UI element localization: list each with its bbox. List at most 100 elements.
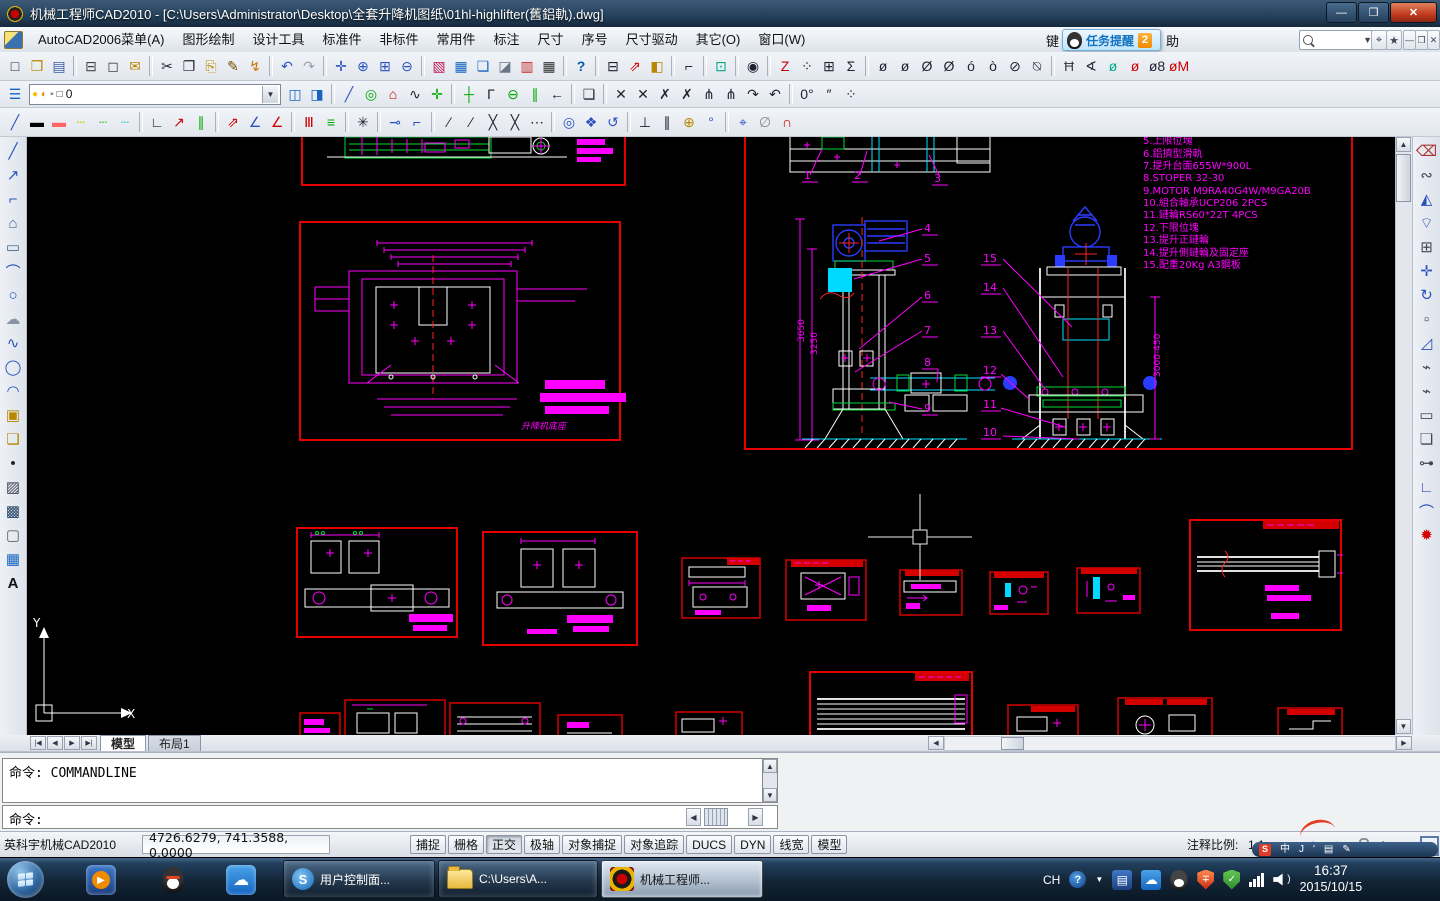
arc-icon[interactable]: ⌒ xyxy=(1,259,25,283)
array-icon[interactable]: ⊞ xyxy=(1415,235,1439,259)
calculator-icon[interactable]: ▦ xyxy=(538,55,560,77)
tab-layout1[interactable]: 布局1 xyxy=(148,735,201,751)
region-tool-icon[interactable]: ❏ xyxy=(1415,427,1439,451)
close-button[interactable]: ✕ xyxy=(1390,2,1437,23)
ellipse-icon[interactable]: ◯ xyxy=(1,355,25,379)
new-file-icon[interactable]: □ xyxy=(4,55,26,77)
qq-task-reminder-popup[interactable]: 任务提醒 2 xyxy=(1062,29,1161,51)
zoom-previous-icon[interactable]: ⊖ xyxy=(396,55,418,77)
menu-window[interactable]: 窗口(W) xyxy=(749,27,814,52)
restore-button[interactable]: ❐ xyxy=(1358,2,1389,23)
toggle-dyn[interactable]: DYN xyxy=(734,835,771,854)
join-icon[interactable]: ⊶ xyxy=(1415,451,1439,475)
corner-icon[interactable]: ∟ xyxy=(146,111,168,133)
dia-dim-icon-6[interactable]: ò xyxy=(982,55,1004,77)
sheetset-icon[interactable]: ❏ xyxy=(472,55,494,77)
rectangle-icon[interactable]: ▭ xyxy=(1,235,25,259)
dia-dim-icon-8[interactable]: ⍉ xyxy=(1026,55,1048,77)
undo-icon[interactable]: ↶ xyxy=(276,55,298,77)
menu-fragment-left[interactable]: 键 xyxy=(1046,31,1059,50)
comm-center-icon[interactable]: ⌖ xyxy=(1371,30,1387,50)
circle-blue-icon[interactable]: ◎ xyxy=(558,111,580,133)
erase-icon[interactable]: ⌫ xyxy=(1415,139,1439,163)
dia-dim-icon-2[interactable]: ø xyxy=(894,55,916,77)
trim-icon-2[interactable]: ✕ xyxy=(632,83,654,105)
menu-drawing[interactable]: 图形绘制 xyxy=(173,27,243,52)
layer-combo[interactable]: ● ◐ ▪ □ 0 ▼ xyxy=(29,84,281,105)
cross-icon-1[interactable]: ╳ xyxy=(482,111,504,133)
make-block-icon[interactable]: ❏ xyxy=(1,427,25,451)
dim-dia-arrow-icon[interactable]: ø xyxy=(1124,55,1146,77)
language-indicator[interactable]: CH xyxy=(1043,873,1060,887)
hatch-icon[interactable]: ▨ xyxy=(1,475,25,499)
table-icon[interactable]: ▦ xyxy=(1,547,25,571)
layer-on-icon[interactable]: ● xyxy=(32,89,38,100)
save-icon[interactable]: ▤ xyxy=(48,55,70,77)
tab-model[interactable]: 模型 xyxy=(100,735,146,751)
command-input[interactable]: 命令: xyxy=(2,805,778,829)
dim-horizontal-icon[interactable]: Ħ xyxy=(1058,55,1080,77)
stretch-icon[interactable]: ◿ xyxy=(1415,331,1439,355)
help-icon[interactable]: ? xyxy=(570,55,592,77)
dim-zline-icon[interactable]: Z xyxy=(774,55,796,77)
minimize-button[interactable]: — xyxy=(1326,2,1357,23)
menu-common-parts[interactable]: 常用件 xyxy=(428,27,485,52)
fillet-icon-1[interactable]: ↷ xyxy=(742,83,764,105)
cloud-tray-icon[interactable]: ☁ xyxy=(1141,870,1161,890)
ellipse-arc-icon[interactable]: ◠ xyxy=(1,379,25,403)
coordinate-readout[interactable]: 4726.6279, 741.3588, 0.0000 xyxy=(142,835,330,854)
mech-polygon-icon[interactable]: ⌂ xyxy=(382,83,404,105)
move-icon[interactable]: ✛ xyxy=(1415,259,1439,283)
redo-icon[interactable]: ↷ xyxy=(298,55,320,77)
line-red-icon[interactable]: ▬ xyxy=(48,111,70,133)
fillet-icon-2[interactable]: ↶ xyxy=(764,83,786,105)
polyline-icon[interactable]: ⌐ xyxy=(1,187,25,211)
dia-dim-icon-5[interactable]: ó xyxy=(960,55,982,77)
snap-none-icon[interactable]: ∅ xyxy=(754,111,776,133)
copy-object-icon[interactable]: ∾ xyxy=(1415,163,1439,187)
spline-icon[interactable]: ∿ xyxy=(1,331,25,355)
markup-icon[interactable]: ◪ xyxy=(494,55,516,77)
layer-combo-dropdown[interactable]: ▼ xyxy=(262,86,278,103)
volume-icon[interactable]: ) xyxy=(1273,873,1290,886)
toggle-ortho[interactable]: 正交 xyxy=(486,835,522,854)
chamfer-icon[interactable]: ∟ xyxy=(1415,475,1439,499)
tab-last-button[interactable]: ▶| xyxy=(81,736,97,750)
parallel-icon[interactable]: ∥ xyxy=(656,111,678,133)
tab-first-button[interactable]: |◀ xyxy=(30,736,46,750)
cad-drawing[interactable]: 升降机底座 5.上限位塊 6.鋁擠型滑軌 7.提升台面655W*900L 8.S… xyxy=(27,137,1395,735)
asterisk-icon[interactable]: ✳ xyxy=(352,111,374,133)
lengthen-icon[interactable]: ⌁ xyxy=(1415,355,1439,379)
mtext-icon[interactable]: A xyxy=(1,571,25,595)
cross-icon-2[interactable]: ╳ xyxy=(504,111,526,133)
mech-centermark-icon[interactable]: ✛ xyxy=(426,83,448,105)
dim-small-dia-icon[interactable]: ø xyxy=(1102,55,1124,77)
dim-bracket-icon[interactable]: ⌐ xyxy=(678,55,700,77)
zoom-realtime-icon[interactable]: ⊕ xyxy=(352,55,374,77)
menu-autocad2006[interactable]: AutoCAD2006菜单(A) xyxy=(29,27,173,52)
polygon-icon[interactable]: ⌂ xyxy=(1,211,25,235)
region-icon[interactable]: ▢ xyxy=(1,523,25,547)
dim-double-icon[interactable]: ⊟ xyxy=(602,55,624,77)
node-line-icon[interactable]: ⊸ xyxy=(384,111,406,133)
mech-arrow-icon[interactable]: ← xyxy=(546,83,568,105)
tangent-icon[interactable]: ⊕ xyxy=(678,111,700,133)
point-icon[interactable]: • xyxy=(1,451,25,475)
palette-icon[interactable]: ▦ xyxy=(450,55,472,77)
360-shield-icon[interactable]: ∓ xyxy=(1197,870,1214,890)
help-tray-icon[interactable]: ? xyxy=(1069,871,1086,888)
tray-expand-icon[interactable]: ▼ xyxy=(1095,875,1103,884)
mech-wave-icon[interactable]: ∿ xyxy=(404,83,426,105)
dim-angle-icon[interactable]: ∢ xyxy=(1080,55,1102,77)
cmd-hscroll-thumb[interactable] xyxy=(704,808,728,826)
drawing-vertical-scrollbar[interactable]: ▲ ▼ xyxy=(1395,137,1412,735)
gradient-icon[interactable]: ▩ xyxy=(1,499,25,523)
dim-array-icon[interactable]: ⁘ xyxy=(796,55,818,77)
mirror-icon[interactable]: ◭ xyxy=(1415,187,1439,211)
break-icon-2[interactable]: ⋔ xyxy=(720,83,742,105)
tab-prev-button[interactable]: ◀ xyxy=(47,736,63,750)
cloud-taskbar-icon[interactable]: ☁ xyxy=(226,865,256,895)
construction-line-icon[interactable]: ↗ xyxy=(1,163,25,187)
print-icon[interactable]: ⊟ xyxy=(80,55,102,77)
dia-dim-icon-3[interactable]: Ø xyxy=(916,55,938,77)
